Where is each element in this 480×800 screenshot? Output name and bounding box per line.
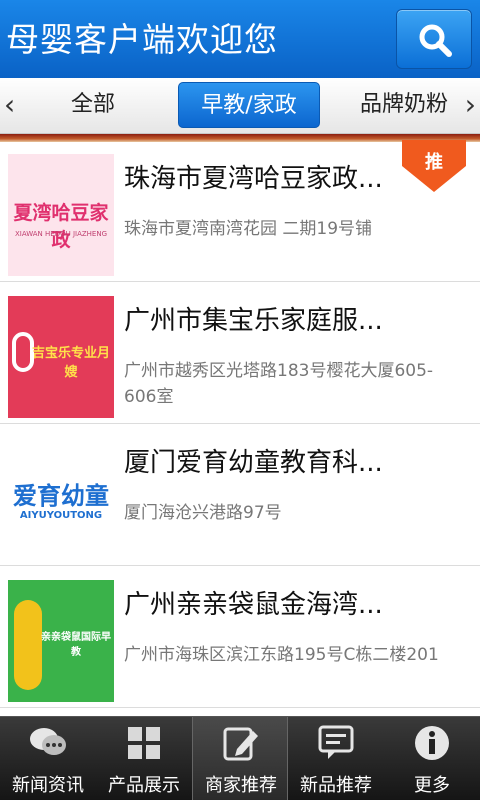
nav-merchant-recommend[interactable]: 商家推荐 <box>192 717 288 800</box>
app-header: 母婴客户端欢迎您 <box>0 0 480 78</box>
search-icon <box>419 24 452 57</box>
merchant-name: 厦门爱育幼童教育科... <box>124 448 383 478</box>
chat-bubbles-icon <box>30 728 66 755</box>
tab-early-education[interactable]: 早教/家政 <box>178 82 320 128</box>
grid-icon <box>128 727 160 759</box>
page-title: 母婴客户端欢迎您 <box>6 20 278 59</box>
list-item[interactable]: 爱育幼童 AIYUYOUTONG 厦门爱育幼童教育科... 厦门海沧兴港路97号 <box>0 426 480 566</box>
nav-more[interactable]: 更多 <box>384 717 480 800</box>
bottom-navigation: 新闻资讯 产品展示 商家推荐 新品推荐 更多 <box>0 716 480 800</box>
merchant-thumbnail: 吉宝乐专业月嫂 <box>8 296 114 418</box>
list-item[interactable]: 夏湾哈豆家政 XIAWAN HEDOU JIAZHENG 珠海市夏湾哈豆家政..… <box>0 140 480 282</box>
scroll-right-arrow[interactable]: › <box>465 90 476 120</box>
tab-brand-milk-powder[interactable]: 品牌奶粉 <box>348 82 460 128</box>
list-item[interactable]: 吉宝乐专业月嫂 广州市集宝乐家庭服... 广州市越秀区光塔路183号樱花大厦60… <box>0 284 480 424</box>
tab-all[interactable]: 全部 <box>38 82 148 128</box>
scroll-left-arrow[interactable]: ‹ <box>4 90 15 120</box>
nav-new-products[interactable]: 新品推荐 <box>288 717 384 800</box>
nav-news[interactable]: 新闻资讯 <box>0 717 96 800</box>
category-bar: ‹ 全部 早教/家政 品牌奶粉 › <box>0 78 480 134</box>
edit-icon <box>223 727 258 761</box>
merchant-name: 广州亲亲袋鼠金海湾... <box>124 590 383 620</box>
merchant-thumbnail: 夏湾哈豆家政 XIAWAN HEDOU JIAZHENG <box>8 154 114 276</box>
info-icon <box>415 726 449 760</box>
merchant-address: 广州市海珠区滨江东路195号C栋二楼201 <box>124 645 439 665</box>
merchant-thumbnail: 爱育幼童 AIYUYOUTONG <box>8 438 114 560</box>
recommend-badge: 推 <box>402 140 466 192</box>
merchant-address: 厦门海沧兴港路97号 <box>124 503 282 523</box>
search-button[interactable] <box>396 9 472 69</box>
merchant-address: 珠海市夏湾南湾花园 二期19号铺 <box>124 219 373 239</box>
list-item[interactable]: 亲亲袋鼠国际早教 广州亲亲袋鼠金海湾... 广州市海珠区滨江东路195号C栋二楼… <box>0 568 480 708</box>
merchant-thumbnail: 亲亲袋鼠国际早教 <box>8 580 114 702</box>
nav-products[interactable]: 产品展示 <box>96 717 192 800</box>
merchant-name: 珠海市夏湾哈豆家政... <box>124 164 383 194</box>
merchant-name: 广州市集宝乐家庭服... <box>124 306 383 336</box>
merchant-address: 广州市越秀区光塔路183号樱花大厦605-606室 <box>124 361 434 407</box>
message-icon <box>318 725 354 759</box>
